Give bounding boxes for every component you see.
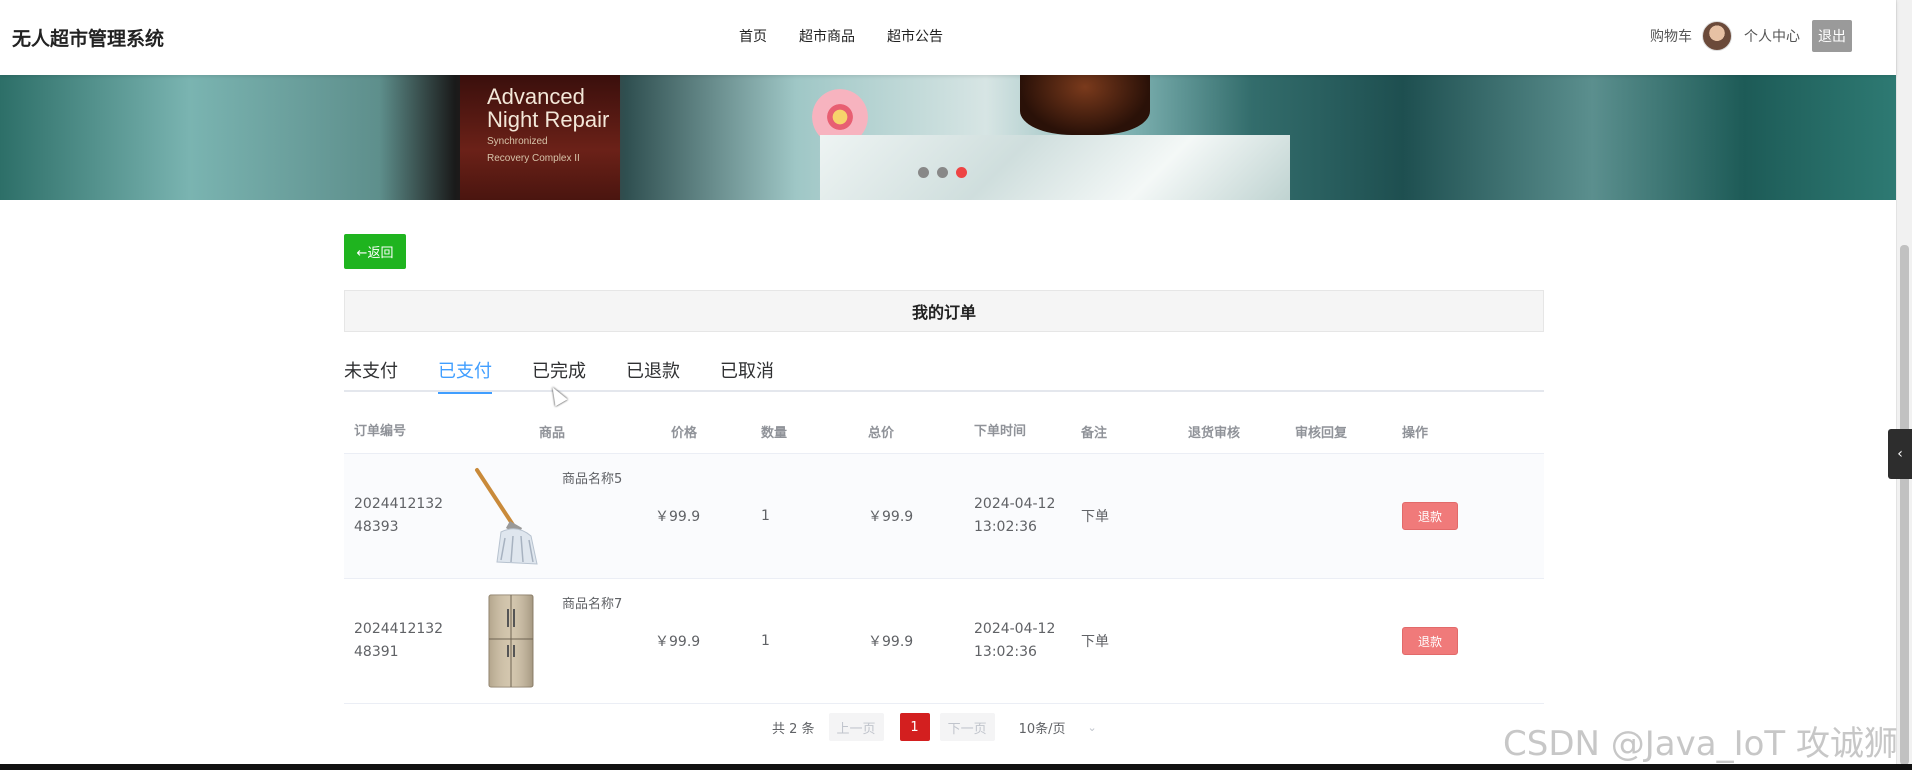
watermark: CSDN @Java_IoT 攻诚狮 (1503, 724, 1898, 764)
order-time: 2024-04-12 13:02:36 (964, 493, 1071, 539)
cart-link[interactable]: 购物车 (1650, 26, 1692, 46)
order-number-part-1: 2024412132 (354, 496, 444, 512)
refund-button[interactable]: 退款 (1402, 627, 1458, 655)
carousel-dot-2[interactable] (937, 167, 948, 178)
scrollbar-thumb[interactable] (1900, 245, 1909, 765)
order-number-part-2: 48391 (354, 644, 399, 660)
refund-button[interactable]: 退款 (1402, 502, 1458, 530)
note: 下单 (1081, 634, 1109, 650)
side-toggle-button[interactable]: ‹ (1888, 429, 1912, 479)
order-date: 2024-04-12 (974, 496, 1056, 512)
banner-marble-image (820, 135, 1290, 200)
order-time: 2024-04-12 13:02:36 (964, 618, 1071, 664)
col-note: 备注 (1081, 426, 1108, 441)
total-price: ￥99.9 (868, 634, 914, 650)
user-center-link[interactable]: 个人中心 (1744, 26, 1800, 46)
logout-button[interactable]: 退出 (1812, 20, 1852, 52)
quantity: 1 (761, 633, 770, 649)
carousel-dot-3[interactable] (956, 167, 967, 178)
main-nav: 首页 超市商品 超市公告 (739, 26, 943, 46)
table-row: 2024412132 48393 商品名称5 ￥99.9 1 ￥99.9 202… (344, 454, 1544, 579)
chevron-down-icon: ⌄ (1087, 720, 1097, 734)
banner-text-3: Synchronized (487, 136, 548, 148)
header-user-area: 购物车 个人中心 退出 (1650, 20, 1852, 52)
top-header: 无人超市管理系统 首页 超市商品 超市公告 购物车 个人中心 退出 (0, 0, 1896, 75)
site-logo[interactable]: 无人超市管理系统 (12, 24, 164, 51)
chevron-left-icon: ‹ (1897, 446, 1903, 462)
page-number-1[interactable]: 1 (899, 713, 930, 741)
tab-unpaid[interactable]: 未支付 (344, 352, 398, 392)
col-price: 价格 (671, 426, 698, 441)
tab-refunded[interactable]: 已退款 (626, 352, 680, 392)
actions-cell: 退款 (1392, 627, 1504, 655)
fridge-image (488, 594, 533, 688)
order-clock-time: 13:02:36 (974, 519, 1037, 535)
col-refund-review: 退货审核 (1188, 426, 1241, 441)
banner-vase-image (1020, 75, 1150, 135)
banner-text-4: Recovery Complex II (487, 152, 580, 164)
order-number-part-1: 2024412132 (354, 621, 444, 637)
order-number: 2024412132 48391 (344, 618, 459, 664)
col-order-no: 订单编号 (354, 424, 407, 439)
page-scrollbar[interactable] (1896, 0, 1912, 770)
orders-table: 订单编号 商品 价格 数量 总价 下单时间 备注 退货审核 审核回复 操作 20… (344, 410, 1544, 704)
pagination-total: 共 2 条 (772, 721, 815, 737)
order-status-tabs: 未支付 已支付 已完成 已退款 已取消 (344, 352, 1544, 394)
tab-cancelled[interactable]: 已取消 (720, 352, 774, 392)
price: ￥99.9 (655, 634, 701, 650)
order-clock-time: 13:02:36 (974, 644, 1037, 660)
carousel-dot-1[interactable] (918, 167, 929, 178)
product-image (459, 591, 552, 691)
actions-cell: 退款 (1392, 502, 1504, 530)
order-date: 2024-04-12 (974, 621, 1056, 637)
bottom-edge (0, 764, 1912, 770)
col-total: 总价 (868, 426, 895, 441)
banner-text-1: Advanced (487, 84, 585, 109)
banner-text-2: Night Repair (487, 107, 610, 133)
prev-page-button[interactable]: 上一页 (828, 713, 884, 741)
back-button[interactable]: ←返回 (344, 234, 406, 269)
product-image (459, 466, 552, 566)
carousel-indicators (918, 167, 967, 178)
page-title: 我的订单 (344, 290, 1544, 332)
pagination: 共 2 条 上一页 1 下一页 10条/页 ⌄ (772, 713, 1097, 741)
product-name: 商品名称5 (562, 472, 623, 487)
table-row: 2024412132 48391 商品名称7 ￥99.9 1 ￥99.9 202… (344, 579, 1544, 704)
next-page-button[interactable]: 下一页 (939, 713, 995, 741)
table-body: 2024412132 48393 商品名称5 ￥99.9 1 ￥99.9 202… (344, 454, 1544, 704)
avatar[interactable] (1702, 21, 1732, 51)
note: 下单 (1081, 509, 1109, 525)
col-qty: 数量 (761, 426, 788, 441)
table-header: 订单编号 商品 价格 数量 总价 下单时间 备注 退货审核 审核回复 操作 (344, 410, 1544, 454)
order-number: 2024412132 48393 (344, 493, 459, 539)
banner-carousel[interactable]: Advanced Night Repair Synchronized Recov… (0, 75, 1896, 200)
nav-products[interactable]: 超市商品 (799, 26, 855, 46)
tab-paid[interactable]: 已支付 (438, 352, 492, 394)
col-product: 商品 (539, 426, 566, 441)
order-number-part-2: 48393 (354, 519, 399, 535)
total-price: ￥99.9 (868, 509, 914, 525)
quantity: 1 (761, 508, 770, 524)
page-size-select[interactable]: 10条/页 ⌄ (1019, 718, 1097, 737)
price: ￥99.9 (655, 509, 701, 525)
nav-announcements[interactable]: 超市公告 (887, 26, 943, 46)
page-size-value: 10条/页 (1018, 721, 1066, 737)
banner-product-text: Advanced Night Repair Synchronized Recov… (487, 85, 609, 164)
col-review-reply: 审核回复 (1295, 426, 1348, 441)
col-actions: 操作 (1402, 426, 1429, 441)
mop-image (474, 468, 538, 565)
nav-home[interactable]: 首页 (739, 26, 767, 46)
col-order-time: 下单时间 (974, 424, 1027, 439)
product-name: 商品名称7 (562, 597, 623, 612)
